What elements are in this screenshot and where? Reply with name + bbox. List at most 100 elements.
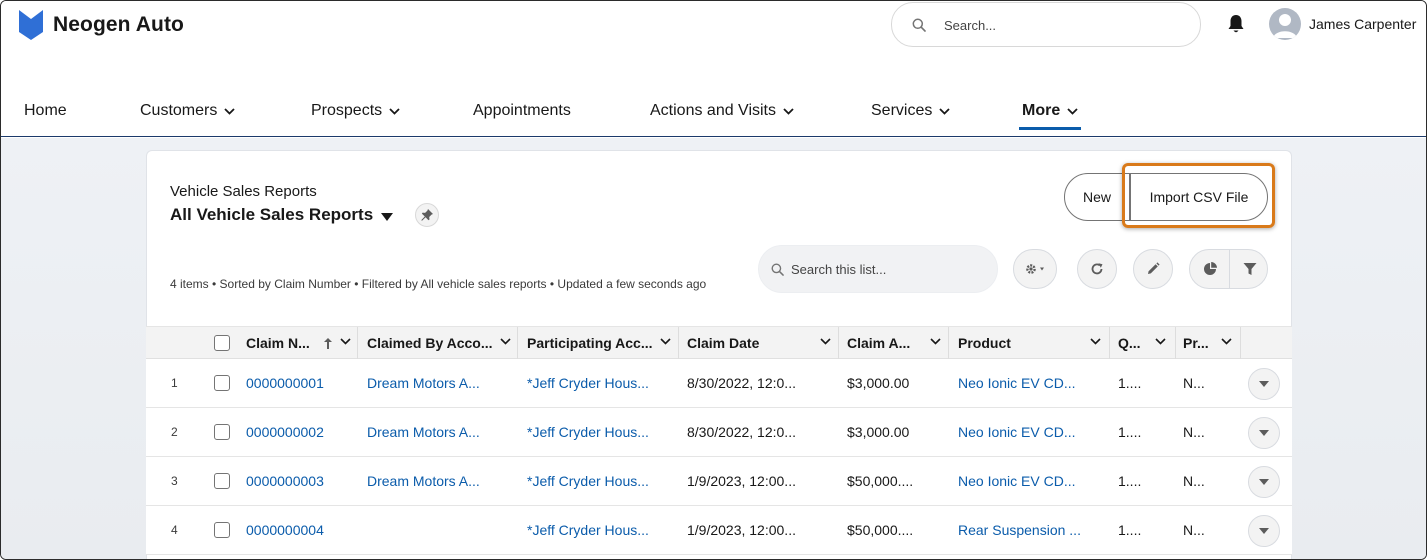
claim-amount-cell: $3,000.00 bbox=[847, 375, 910, 391]
nav-item-more[interactable]: More bbox=[1018, 97, 1082, 137]
claim-date-cell: 1/9/2023, 12:00... bbox=[687, 522, 796, 538]
nav-item-prospects[interactable]: Prospects bbox=[311, 97, 400, 137]
column-divider[interactable] bbox=[1240, 327, 1241, 359]
row-actions-button[interactable] bbox=[1248, 368, 1280, 400]
claimed-by-link[interactable]: Dream Motors A... bbox=[367, 457, 480, 505]
claimed-by-link[interactable]: Dream Motors A... bbox=[367, 408, 480, 456]
product-link[interactable]: Neo Ionic EV CD... bbox=[958, 359, 1076, 407]
list-view-title: All Vehicle Sales Reports bbox=[170, 205, 374, 224]
caret-down-icon bbox=[1259, 479, 1269, 485]
charts-button[interactable] bbox=[1190, 250, 1229, 288]
pr-cell: N... bbox=[1183, 424, 1205, 440]
row-checkbox-cell bbox=[214, 506, 230, 554]
column-header-quantity[interactable]: Q... bbox=[1108, 327, 1176, 359]
pr-cell: N... bbox=[1183, 375, 1205, 391]
new-button[interactable]: New bbox=[1064, 173, 1130, 221]
nav-item-services[interactable]: Services bbox=[871, 97, 950, 137]
row-checkbox[interactable] bbox=[214, 522, 230, 538]
column-header-label: Q... bbox=[1118, 335, 1141, 351]
nav-item-appointments[interactable]: Appointments bbox=[473, 97, 571, 137]
row-checkbox[interactable] bbox=[214, 473, 230, 489]
chart-filter-button-group bbox=[1189, 249, 1268, 289]
product-link[interactable]: Neo Ionic EV CD... bbox=[958, 408, 1076, 456]
pr-cell: N... bbox=[1183, 522, 1205, 538]
object-label: Vehicle Sales Reports bbox=[170, 183, 317, 200]
filter-icon bbox=[1243, 263, 1256, 275]
quantity-cell: 1.... bbox=[1118, 424, 1142, 440]
column-header-product[interactable]: Product bbox=[948, 327, 1110, 359]
select-all-checkbox[interactable] bbox=[214, 335, 230, 351]
list-view-selector[interactable]: All Vehicle Sales Reports bbox=[170, 205, 394, 225]
row-checkbox[interactable] bbox=[214, 424, 230, 440]
row-actions-button[interactable] bbox=[1248, 417, 1280, 449]
global-search-input[interactable] bbox=[944, 15, 1184, 35]
column-header-claim-date[interactable]: Claim Date bbox=[677, 327, 839, 359]
row-checkbox-cell bbox=[214, 408, 230, 456]
product-link[interactable]: Rear Suspension ... bbox=[958, 506, 1081, 554]
participating-account-link[interactable]: *Jeff Cryder Hous... bbox=[527, 506, 649, 554]
column-header-label: Claim Date bbox=[687, 335, 760, 351]
claim-number-link[interactable]: 0000000004 bbox=[246, 506, 324, 554]
nav-item-actions-and-visits[interactable]: Actions and Visits bbox=[650, 97, 794, 137]
avatar[interactable] bbox=[1269, 8, 1301, 40]
participating-account-link[interactable]: *Jeff Cryder Hous... bbox=[527, 408, 649, 456]
chevron-down-icon[interactable] bbox=[1221, 338, 1232, 345]
row-number: 4 bbox=[171, 523, 178, 537]
chevron-down-icon[interactable] bbox=[1090, 338, 1101, 345]
list-search-input[interactable] bbox=[791, 260, 981, 278]
shield-logo-icon bbox=[19, 10, 43, 40]
caret-down-icon bbox=[1259, 430, 1269, 436]
table-header: Claim N... Claimed By Acco... Participat… bbox=[146, 326, 1292, 359]
column-header-participating-account[interactable]: Participating Acc... bbox=[517, 327, 679, 359]
bell-icon[interactable] bbox=[1227, 14, 1245, 34]
participating-account-link[interactable]: *Jeff Cryder Hous... bbox=[527, 457, 649, 505]
claim-amount-cell: $50,000.... bbox=[847, 522, 914, 538]
claimed-by-link[interactable]: Dream Motors A... bbox=[367, 359, 480, 407]
nav-item-customers[interactable]: Customers bbox=[140, 97, 235, 137]
chevron-down-icon[interactable] bbox=[1155, 338, 1166, 345]
nav-item-label: Appointments bbox=[473, 102, 571, 119]
product-link[interactable]: Neo Ionic EV CD... bbox=[958, 457, 1076, 505]
sort-ascending-icon bbox=[324, 338, 332, 349]
inline-edit-button[interactable] bbox=[1133, 249, 1173, 289]
claim-amount-cell: $50,000.... bbox=[847, 473, 914, 489]
chevron-down-icon[interactable] bbox=[930, 338, 941, 345]
row-actions-button[interactable] bbox=[1248, 515, 1280, 547]
claim-number-link[interactable]: 0000000003 bbox=[246, 457, 324, 505]
list-search-box[interactable] bbox=[758, 245, 998, 293]
header-select-all bbox=[206, 327, 236, 359]
list-settings-button[interactable] bbox=[1013, 249, 1057, 289]
row-checkbox[interactable] bbox=[214, 375, 230, 391]
nav-item-label: Services bbox=[871, 102, 933, 119]
claim-number-link[interactable]: 0000000002 bbox=[246, 408, 324, 456]
table-row: 2 0000000002 Dream Motors A... *Jeff Cry… bbox=[146, 408, 1292, 457]
column-header-claim-number[interactable]: Claim N... bbox=[236, 327, 358, 359]
app-logo[interactable]: Neogen Auto bbox=[19, 10, 184, 40]
pin-button[interactable] bbox=[415, 203, 439, 227]
chevron-down-icon bbox=[389, 108, 400, 115]
row-number: 3 bbox=[171, 474, 178, 488]
chart-icon bbox=[1203, 262, 1217, 275]
column-header-pr[interactable]: Pr... bbox=[1173, 327, 1241, 359]
chevron-down-icon[interactable] bbox=[660, 338, 671, 345]
chevron-down-icon[interactable] bbox=[500, 338, 511, 345]
claim-amount-cell: $3,000.00 bbox=[847, 424, 910, 440]
column-header-claim-amount[interactable]: Claim A... bbox=[837, 327, 949, 359]
chevron-down-icon bbox=[224, 108, 235, 115]
chevron-down-icon[interactable] bbox=[820, 338, 831, 345]
table-row: 1 0000000001 Dream Motors A... *Jeff Cry… bbox=[146, 359, 1292, 408]
table-row: 4 0000000004 *Jeff Cryder Hous... 1/9/20… bbox=[146, 506, 1292, 555]
row-actions-button[interactable] bbox=[1248, 466, 1280, 498]
user-name[interactable]: James Carpenter bbox=[1309, 16, 1416, 32]
row-number: 2 bbox=[171, 425, 178, 439]
participating-account-link[interactable]: *Jeff Cryder Hous... bbox=[527, 359, 649, 407]
claim-number-link[interactable]: 0000000001 bbox=[246, 359, 324, 407]
nav-item-label: More bbox=[1022, 102, 1061, 119]
filter-button[interactable] bbox=[1230, 250, 1269, 288]
refresh-button[interactable] bbox=[1077, 249, 1117, 289]
column-header-claimed-by-account[interactable]: Claimed By Acco... bbox=[357, 327, 518, 359]
chevron-down-icon[interactable] bbox=[340, 338, 351, 345]
nav-item-home[interactable]: Home bbox=[24, 97, 67, 137]
global-search-box[interactable] bbox=[891, 2, 1201, 47]
caret-down-icon bbox=[381, 213, 394, 221]
